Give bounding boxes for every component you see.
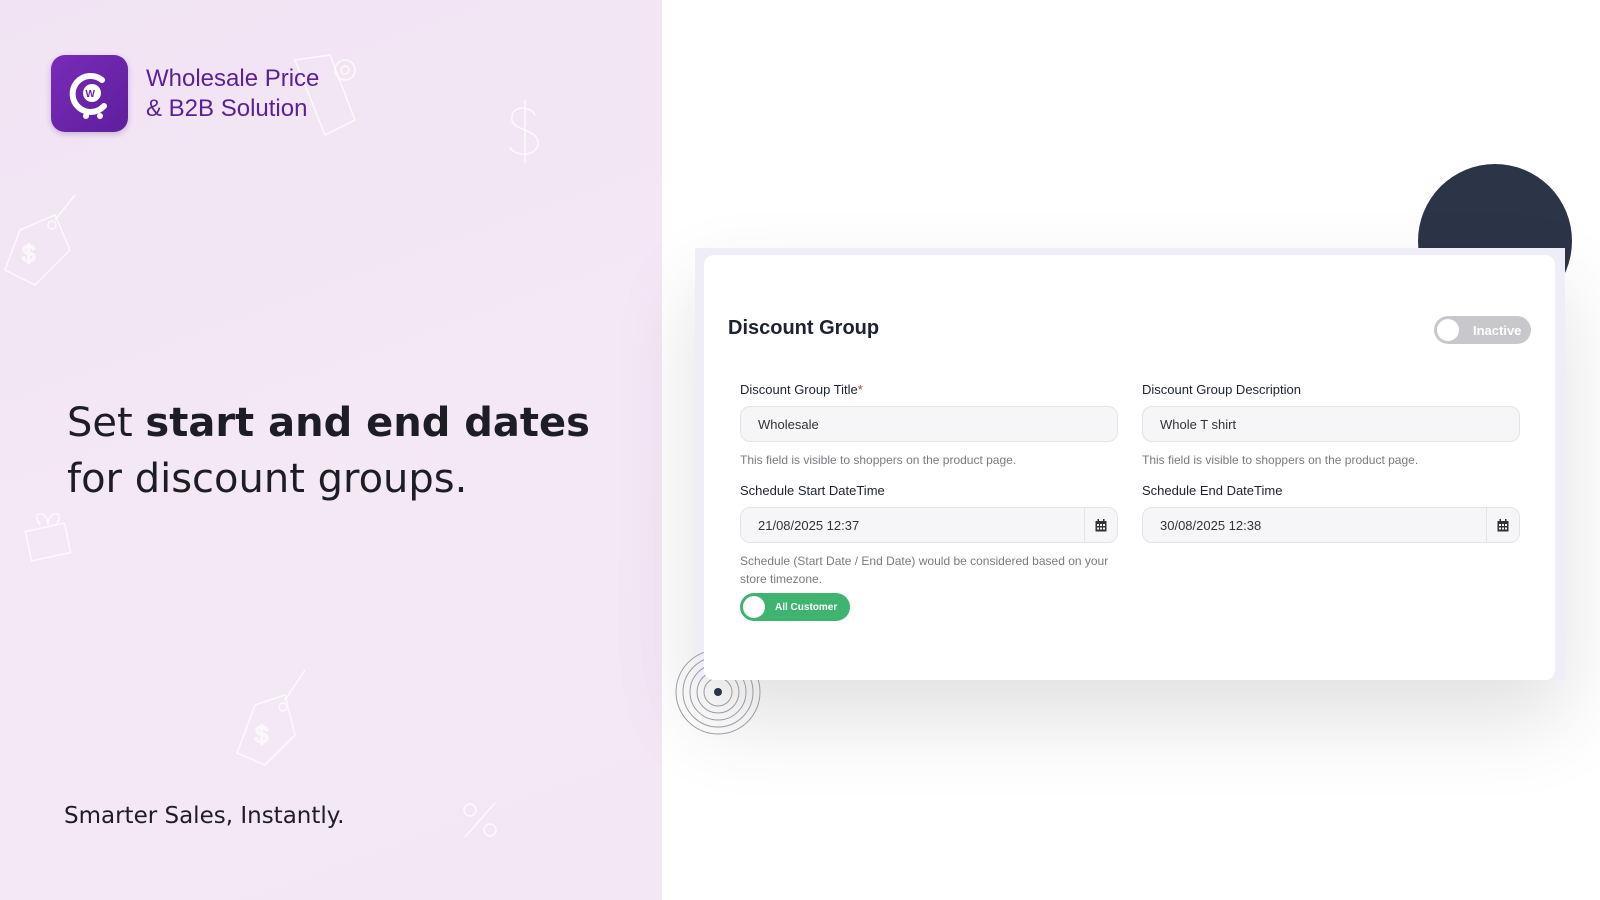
gift-icon [24, 513, 72, 562]
brand: W Wholesale Price & B2B Solution [51, 55, 366, 132]
start-datetime-value: 21/08/2025 12:37 [758, 517, 860, 533]
start-datetime-input[interactable]: 21/08/2025 12:37 [740, 507, 1118, 543]
end-datetime-input[interactable]: 30/08/2025 12:38 [1142, 507, 1520, 543]
headline-post: for discount groups. [67, 456, 468, 502]
title-field-label: Discount Group Title* [740, 382, 1118, 398]
end-field-label: Schedule End DateTime [1142, 483, 1283, 498]
svg-text:$: $ [255, 722, 268, 749]
title-input[interactable]: Wholesale [740, 406, 1118, 442]
end-datetime-value: 30/08/2025 12:38 [1160, 517, 1262, 533]
svg-text:$: $ [22, 241, 35, 268]
end-datetime-field: Schedule End DateTime 30/08/2025 12:38 [1142, 483, 1520, 543]
description-input[interactable]: Whole T shirt [1142, 406, 1520, 442]
headline-pre: Set [67, 400, 146, 446]
title-input-value: Wholesale [758, 416, 819, 432]
status-toggle[interactable]: Inactive [1434, 316, 1531, 344]
svg-text:W: W [85, 89, 95, 100]
description-help-text: This field is visible to shoppers on the… [1142, 453, 1419, 467]
description-field: Discount Group Description Whole T shirt… [1142, 382, 1520, 469]
calendar-icon [1497, 518, 1509, 531]
end-calendar-button[interactable] [1486, 508, 1519, 542]
brand-name: Wholesale Price & B2B Solution [146, 64, 366, 124]
toggle-knob [743, 596, 765, 618]
dollar-icon [509, 100, 539, 163]
required-mark: * [857, 382, 863, 397]
brand-logo: W [51, 55, 128, 132]
start-calendar-button[interactable] [1084, 508, 1117, 542]
start-datetime-field: Schedule Start DateTime 21/08/2025 12:37… [740, 483, 1118, 588]
schedule-help-text: Schedule (Start Date / End Date) would b… [740, 554, 1109, 586]
description-input-value: Whole T shirt [1160, 416, 1237, 432]
title-label-text: Discount Group Title [740, 382, 858, 397]
all-customer-label: All Customer [775, 601, 838, 613]
status-toggle-label: Inactive [1473, 322, 1522, 338]
all-customer-toggle[interactable]: All Customer [740, 593, 850, 621]
card-title: Discount Group [728, 317, 880, 339]
brand-name-line1: Wholesale Price [146, 64, 320, 92]
cart-logo-icon: W [69, 72, 107, 119]
percent-icon [463, 802, 497, 838]
tag-icon: $ [236, 669, 306, 766]
title-help-text: This field is visible to shoppers on the… [740, 453, 1017, 467]
brand-name-line2: & B2B Solution [146, 94, 308, 122]
toggle-knob [1437, 319, 1459, 341]
title-field: Discount Group Title* Wholesale This fie… [740, 382, 1118, 469]
promo-panel: $ $ W Wholesale Price & B2B Solution Set… [0, 0, 662, 900]
promo-headline: Set start and end dates for discount gro… [67, 395, 627, 507]
start-field-label: Schedule Start DateTime [740, 483, 885, 498]
description-field-label: Discount Group Description [1142, 382, 1301, 397]
promo-tagline: Smarter Sales, Instantly. [64, 803, 345, 829]
headline-bold: start and end dates [145, 400, 590, 446]
discount-group-card: Discount Group Inactive Discount Group T… [704, 255, 1555, 680]
calendar-icon [1095, 518, 1107, 531]
tag-icon: $ [4, 194, 76, 286]
